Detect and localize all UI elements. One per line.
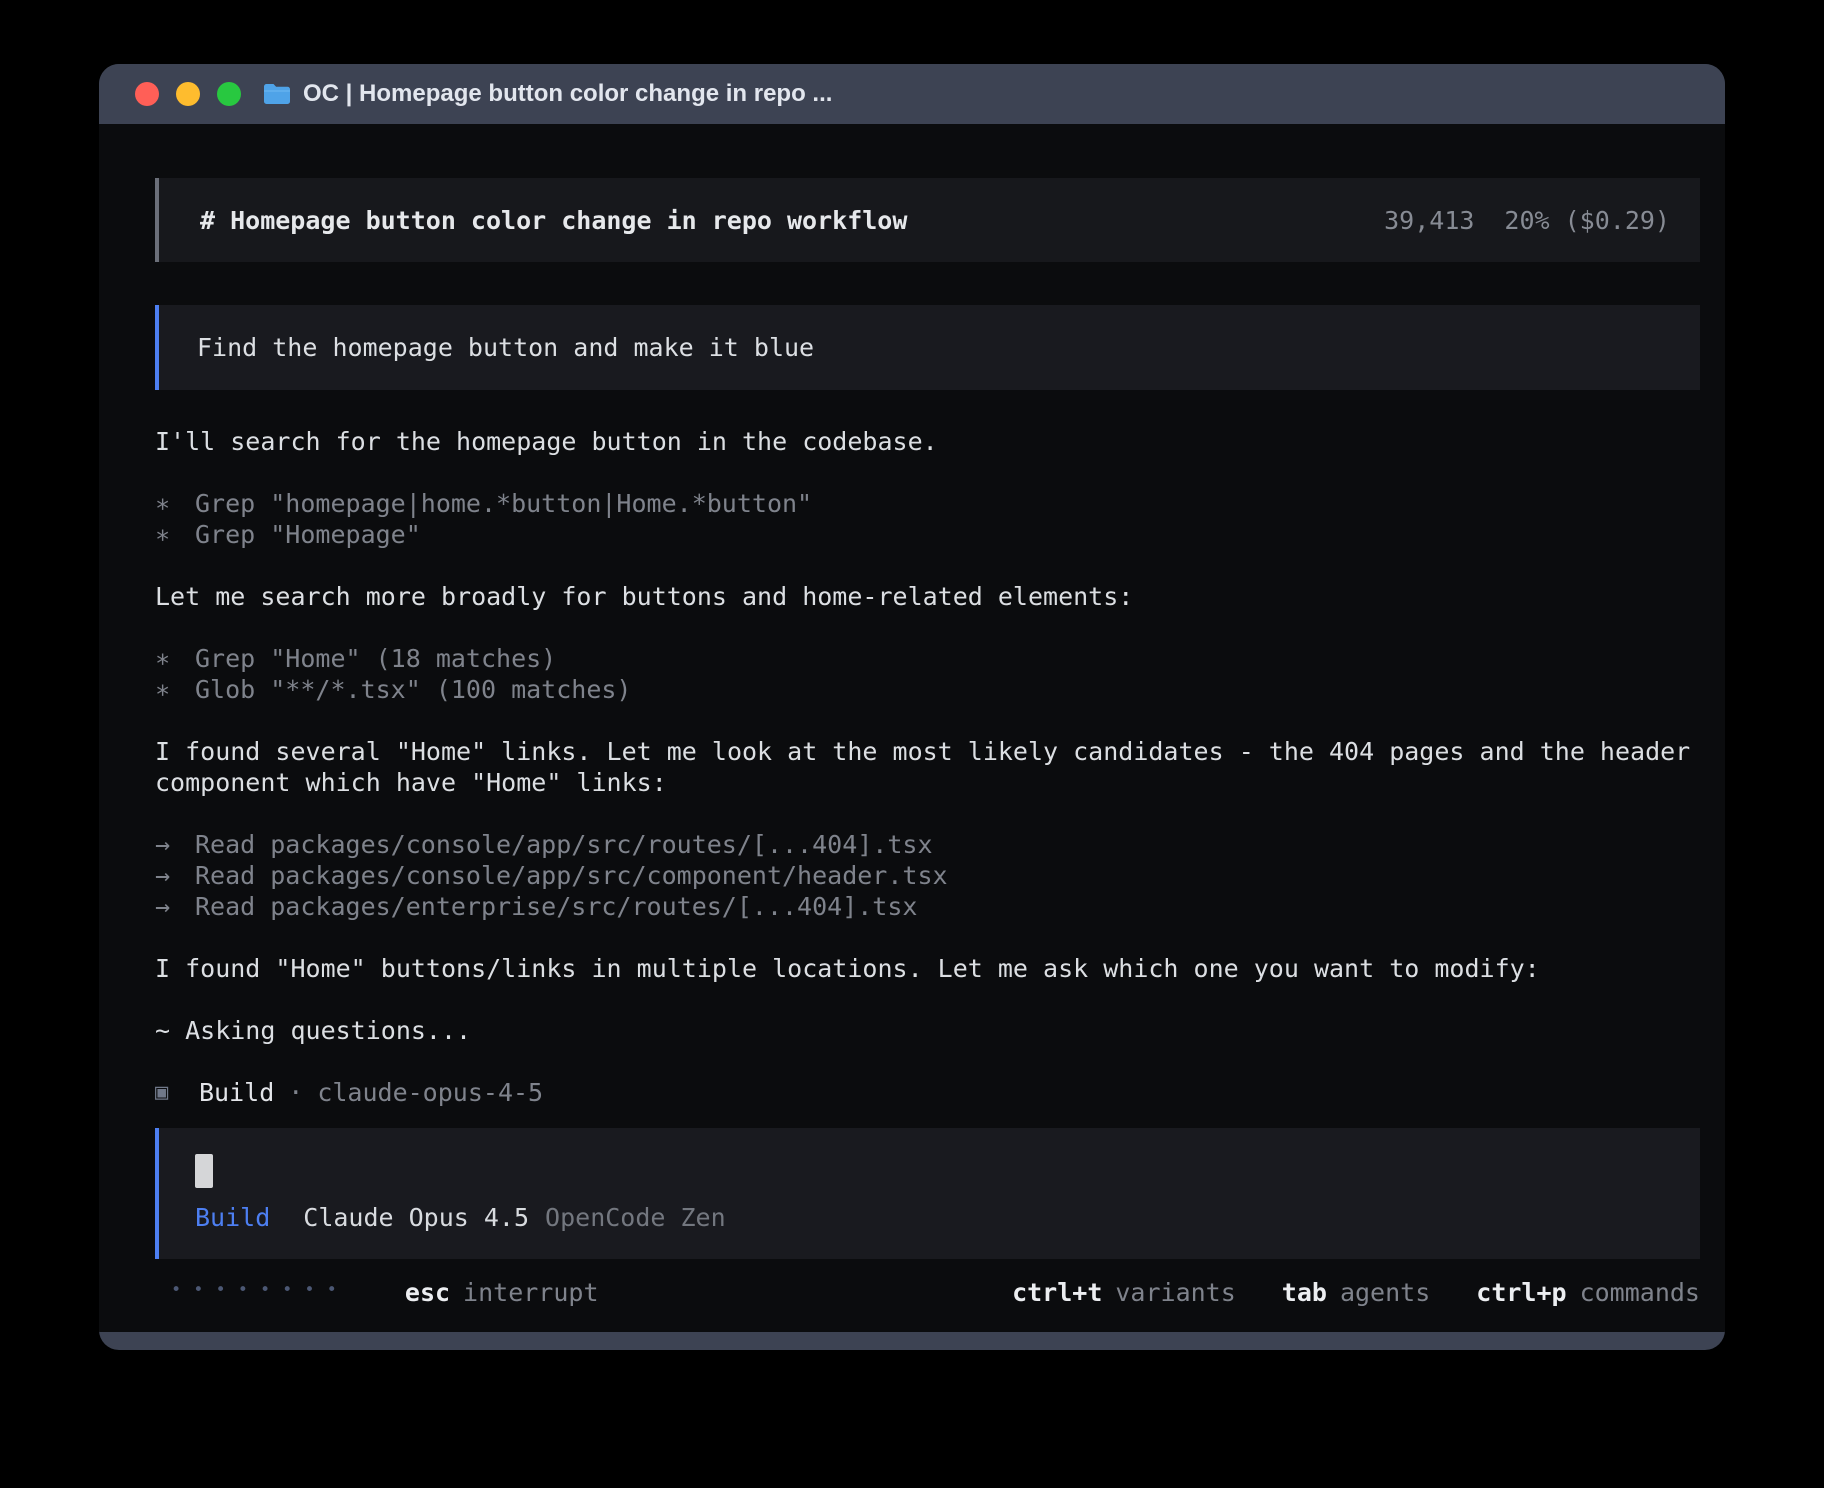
dot-separator: · (288, 1077, 303, 1108)
input-mode-label: Build (195, 1202, 270, 1233)
tool-call-read: →Read packages/console/app/src/routes/[.… (155, 829, 1700, 860)
tool-call-text: Grep "homepage|home.*button|Home.*button… (195, 488, 812, 519)
tool-call-group: ∗Grep "Home" (18 matches) ∗Glob "**/*.ts… (155, 643, 1700, 705)
shortcut-agents: tab agents (1282, 1277, 1430, 1308)
agent-square-icon: ▣ (155, 1077, 199, 1108)
shortcut-variants: ctrl+t variants (1012, 1277, 1236, 1308)
tool-call-text: Read packages/console/app/src/routes/[..… (195, 829, 933, 860)
token-count: 39,413 (1384, 205, 1474, 236)
working-spinner-dots: •••••••• (171, 1275, 349, 1306)
session-meta: 39,413 20% ($0.29) (1384, 205, 1670, 236)
assistant-text: Let me search more broadly for buttons a… (155, 581, 1700, 612)
session-title: # Homepage button color change in repo w… (200, 205, 907, 236)
tool-call-text: Read packages/enterprise/src/routes/[...… (195, 891, 917, 922)
shortcut-commands: ctrl+p commands (1476, 1277, 1700, 1308)
input-meta: Build Claude Opus 4.5 OpenCode Zen (195, 1202, 1670, 1233)
tool-call-group: ∗Grep "homepage|home.*button|Home.*butto… (155, 488, 1700, 550)
minimize-button[interactable] (176, 82, 200, 106)
agent-status-row: ▣ Build · claude-opus-4-5 (155, 1077, 1700, 1108)
terminal-content: # Homepage button color change in repo w… (99, 124, 1725, 1332)
shortcut-key: tab (1282, 1277, 1327, 1308)
tool-call-text: Glob "**/*.tsx" (100 matches) (195, 674, 632, 705)
shortcut-key: ctrl+t (1012, 1277, 1102, 1308)
tool-call-glob: ∗Glob "**/*.tsx" (100 matches) (155, 674, 1700, 705)
shortcut-key: ctrl+p (1476, 1277, 1566, 1308)
close-button[interactable] (135, 82, 159, 106)
assistant-text: I found several "Home" links. Let me loo… (155, 736, 1700, 798)
arrow-right-icon: → (155, 829, 195, 860)
zoom-button[interactable] (217, 82, 241, 106)
arrow-right-icon: → (155, 891, 195, 922)
assistant-text: I found "Home" buttons/links in multiple… (155, 953, 1700, 984)
traffic-lights (135, 82, 241, 106)
shortcut-label: commands (1580, 1277, 1700, 1308)
input-provider-label: OpenCode Zen (545, 1202, 726, 1233)
asterisk-icon: ∗ (155, 674, 195, 705)
tool-call-grep: ∗Grep "Homepage" (155, 519, 1700, 550)
asterisk-icon: ∗ (155, 488, 195, 519)
folder-icon (263, 82, 291, 106)
shortcut-label: agents (1340, 1277, 1430, 1308)
input-model-label: Claude Opus 4.5 (303, 1202, 529, 1233)
esc-key-label: interrupt (463, 1277, 598, 1308)
prompt-input[interactable]: Build Claude Opus 4.5 OpenCode Zen (155, 1128, 1700, 1259)
context-usage: 20% ($0.29) (1504, 205, 1670, 236)
tool-call-text: Grep "Home" (18 matches) (195, 643, 556, 674)
window-titlebar[interactable]: OC | Homepage button color change in rep… (99, 64, 1725, 124)
tool-call-text: Grep "Homepage" (195, 519, 421, 550)
assistant-text: I'll search for the homepage button in t… (155, 426, 1700, 457)
desktop-background: OC | Homepage button color change in rep… (0, 0, 1824, 1488)
window-title: OC | Homepage button color change in rep… (303, 80, 832, 108)
asterisk-icon: ∗ (155, 643, 195, 674)
status-bar-left: •••••••• esc interrupt (171, 1277, 599, 1308)
tool-call-read: →Read packages/console/app/src/component… (155, 860, 1700, 891)
agent-name: Build (199, 1077, 274, 1108)
status-bar: •••••••• esc interrupt ctrl+t variants t… (155, 1277, 1700, 1308)
terminal-window: OC | Homepage button color change in rep… (99, 64, 1725, 1350)
user-message: Find the homepage button and make it blu… (155, 305, 1700, 390)
agent-model: claude-opus-4-5 (317, 1077, 543, 1108)
tool-call-text: Read packages/console/app/src/component/… (195, 860, 948, 891)
tool-call-group: →Read packages/console/app/src/routes/[.… (155, 829, 1700, 922)
session-header: # Homepage button color change in repo w… (155, 178, 1700, 262)
shortcut-label: variants (1115, 1277, 1235, 1308)
text-cursor (195, 1154, 213, 1188)
working-status: ~ Asking questions... (155, 1015, 1700, 1046)
status-bar-right: ctrl+t variants tab agents ctrl+p comman… (1012, 1277, 1700, 1308)
esc-key-hint: esc (405, 1277, 450, 1308)
user-message-text: Find the homepage button and make it blu… (197, 332, 814, 363)
asterisk-icon: ∗ (155, 519, 195, 550)
arrow-right-icon: → (155, 860, 195, 891)
tool-call-grep: ∗Grep "Home" (18 matches) (155, 643, 1700, 674)
tool-call-read: →Read packages/enterprise/src/routes/[..… (155, 891, 1700, 922)
tool-call-grep: ∗Grep "homepage|home.*button|Home.*butto… (155, 488, 1700, 519)
